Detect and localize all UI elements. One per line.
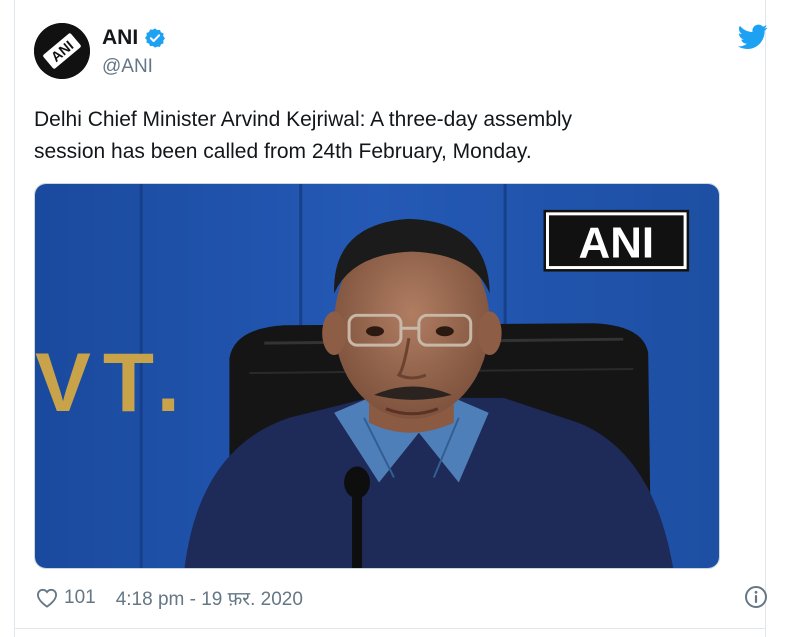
tweet-media-photo[interactable]: VT. G ANI — [34, 183, 720, 569]
tweet-footer: 101 4:18 pm - 19 फ़र. 2020 — [36, 584, 303, 612]
tweet-text-line-1: Delhi Chief Minister Arvind Kejriwal: A … — [34, 108, 573, 131]
heart-icon[interactable] — [36, 588, 58, 608]
author-name-row: ANI — [102, 26, 166, 50]
avatar[interactable]: ANI — [34, 23, 90, 79]
like-count[interactable]: 101 — [64, 587, 96, 609]
ani-watermark: ANI — [579, 219, 655, 268]
verified-badge-icon — [145, 28, 166, 48]
user-handle[interactable]: @ANI — [102, 56, 153, 78]
info-icon[interactable] — [744, 585, 768, 609]
display-name[interactable]: ANI — [102, 26, 138, 50]
ani-logo-icon: ANI — [34, 23, 90, 79]
card-bottom-border — [14, 628, 766, 629]
tweet-text: Delhi Chief Minister Arvind Kejriwal: A … — [34, 104, 714, 168]
tweet-timestamp[interactable]: 4:18 pm - 19 फ़र. 2020 — [116, 585, 303, 611]
tweet-text-line-2: session has been called from 24th Februa… — [34, 140, 532, 163]
twitter-bird-icon[interactable] — [738, 24, 768, 50]
press-conference-photo: VT. G ANI — [35, 184, 719, 568]
